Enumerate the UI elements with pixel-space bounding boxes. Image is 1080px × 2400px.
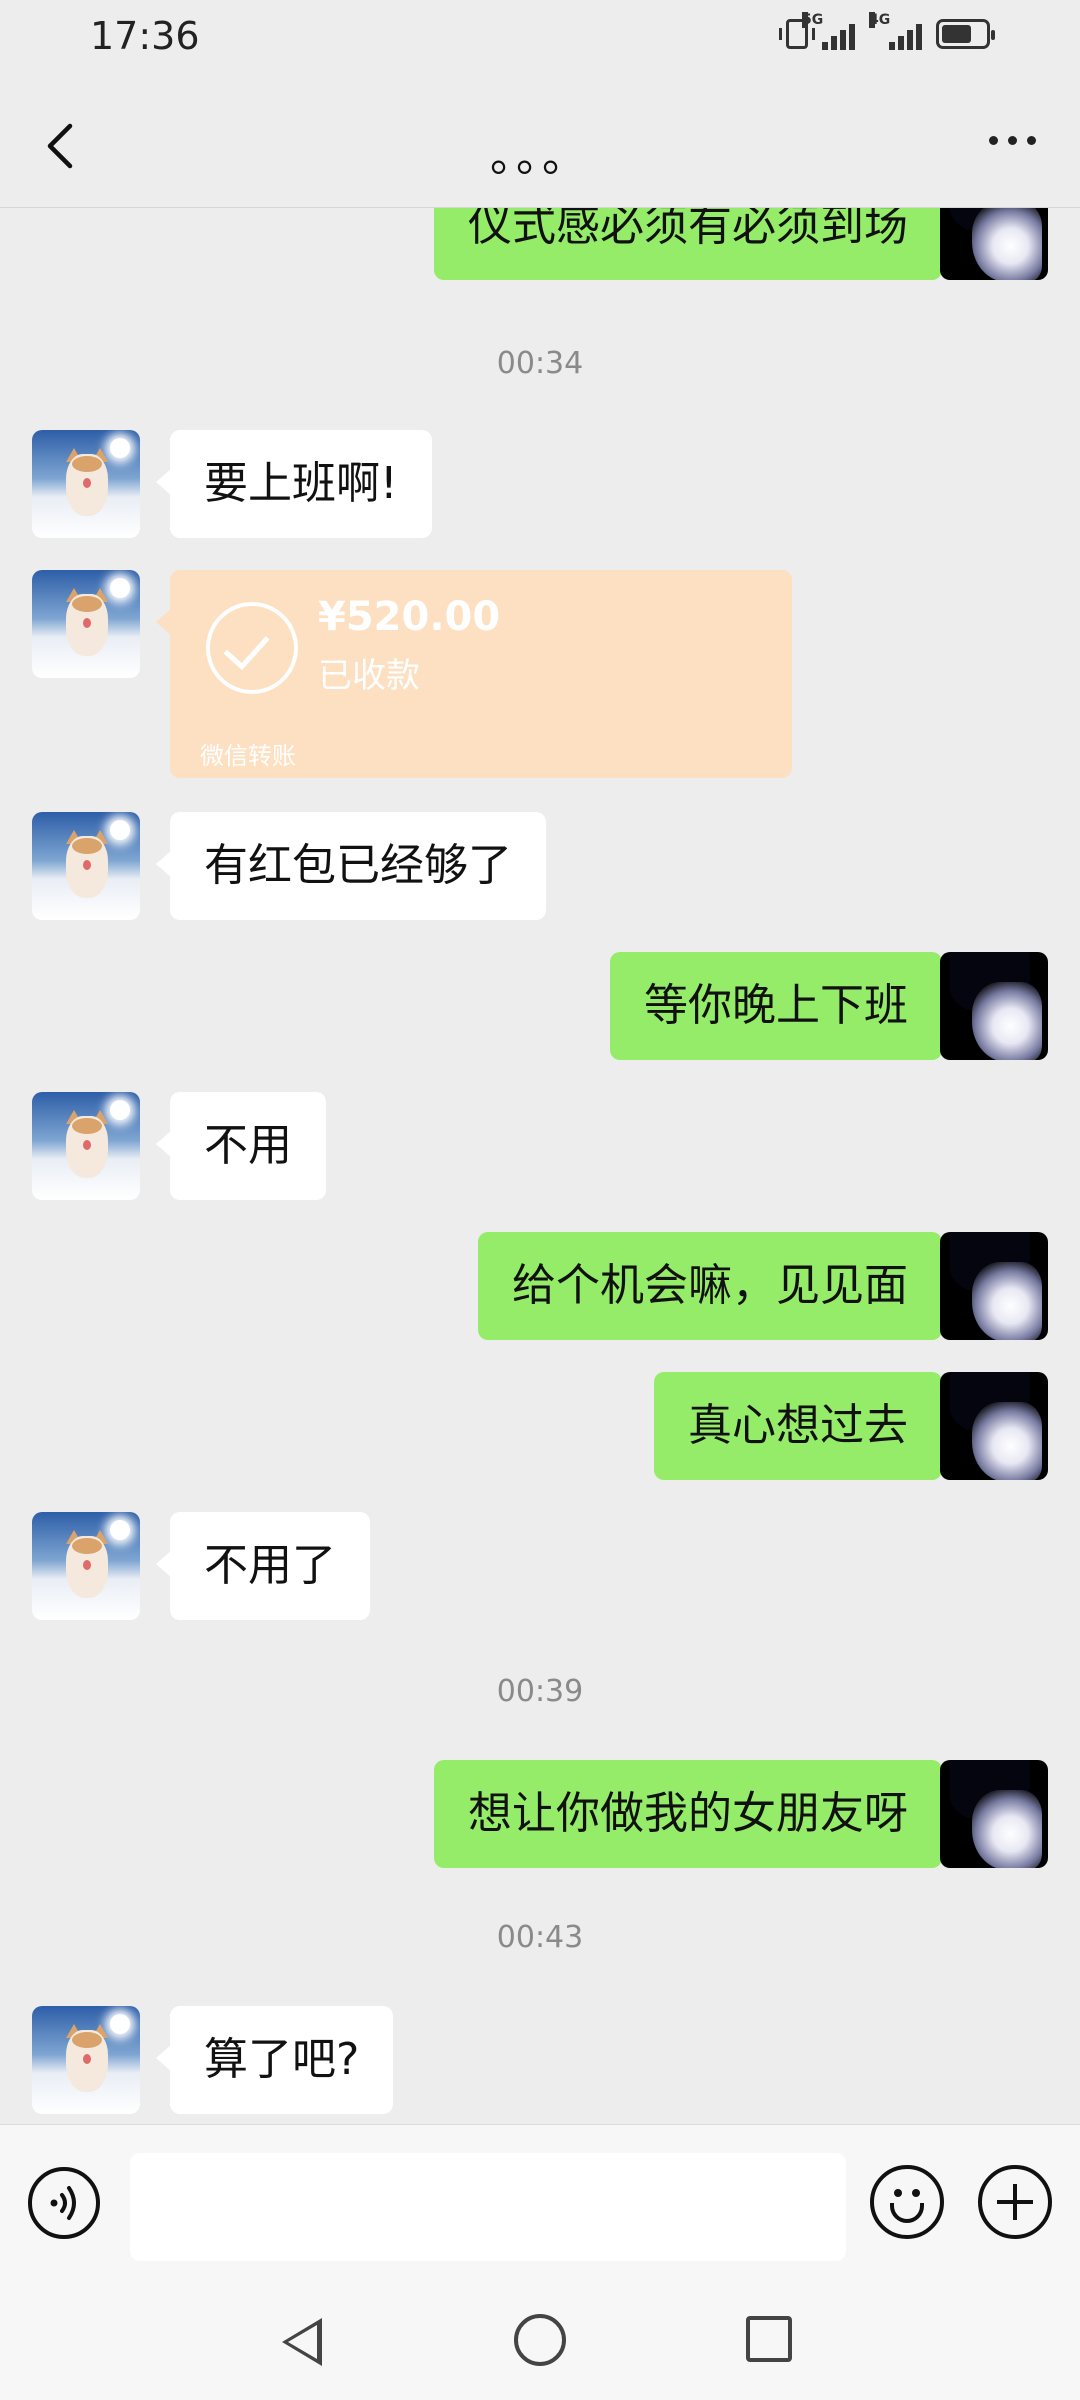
timestamp: 00:43 bbox=[496, 1920, 584, 1955]
network-4g-label: 4G bbox=[869, 12, 891, 28]
signal-4g-icon: 4G bbox=[869, 12, 922, 50]
network-5g-label: 5G bbox=[802, 12, 824, 28]
nav-recent-apps-icon[interactable] bbox=[746, 2316, 792, 2362]
message-bubble[interactable]: 不用了 bbox=[156, 1512, 370, 1620]
more-options-icon[interactable] bbox=[989, 136, 1036, 145]
message-bubble[interactable]: 给个机会嘛，见见面 bbox=[478, 1232, 956, 1340]
system-nav-bar bbox=[0, 2280, 1080, 2400]
contact-avatar[interactable] bbox=[32, 430, 140, 538]
message-bubble[interactable]: 真心想过去 bbox=[654, 1372, 956, 1480]
transfer-card[interactable]: ¥520.00 已收款 微信转账 bbox=[156, 570, 792, 778]
emoji-icon[interactable] bbox=[870, 2165, 944, 2239]
contact-avatar[interactable] bbox=[32, 1092, 140, 1200]
transfer-label: 微信转账 bbox=[200, 742, 296, 770]
transfer-status: 已收款 bbox=[318, 656, 420, 696]
battery-icon bbox=[936, 19, 995, 49]
message-input[interactable] bbox=[130, 2153, 846, 2261]
check-circle-icon bbox=[206, 602, 298, 694]
my-avatar[interactable] bbox=[940, 1372, 1048, 1480]
nav-home-icon[interactable] bbox=[514, 2314, 566, 2366]
my-avatar[interactable] bbox=[940, 1760, 1048, 1868]
timestamp: 00:39 bbox=[496, 1674, 584, 1709]
contact-avatar[interactable] bbox=[32, 570, 140, 678]
transfer-amount: ¥520.00 bbox=[318, 594, 501, 640]
timestamp: 00:34 bbox=[496, 346, 584, 381]
status-icons: 5G 4G bbox=[779, 12, 995, 50]
contact-avatar[interactable] bbox=[32, 812, 140, 920]
contact-avatar[interactable] bbox=[32, 1512, 140, 1620]
my-avatar[interactable] bbox=[940, 1232, 1048, 1340]
nav-back-icon[interactable] bbox=[282, 2318, 322, 2366]
message-bubble[interactable]: 算了吧? bbox=[155, 2006, 394, 2114]
message-bubble[interactable]: 不用 bbox=[156, 1092, 326, 1200]
input-bar bbox=[0, 2124, 1080, 2280]
my-avatar[interactable] bbox=[940, 208, 1048, 280]
my-avatar[interactable] bbox=[940, 952, 1048, 1060]
contact-avatar[interactable] bbox=[32, 2006, 140, 2114]
message-bubble[interactable]: 仪式感必须有必须到场 bbox=[434, 208, 956, 280]
status-bar: 17:36 5G 4G bbox=[0, 0, 1080, 80]
status-time: 17:36 bbox=[90, 14, 200, 58]
message-list[interactable]: 仪式感必须有必须到场 00:34 要上班啊! ¥520.00 已收款 微信转账 … bbox=[0, 208, 1080, 2124]
message-bubble[interactable]: 等你晚上下班 bbox=[610, 952, 956, 1060]
chat-header: 。。。 bbox=[0, 80, 1080, 208]
message-bubble[interactable]: 想让你做我的女朋友呀 bbox=[434, 1760, 956, 1868]
voice-input-icon[interactable] bbox=[28, 2167, 100, 2239]
chat-title: 。。。 bbox=[490, 131, 590, 182]
plus-icon[interactable] bbox=[978, 2165, 1052, 2239]
message-bubble[interactable]: 要上班啊! bbox=[156, 430, 432, 538]
message-bubble[interactable]: 有红包已经够了 bbox=[156, 812, 546, 920]
signal-5g-icon: 5G bbox=[802, 12, 855, 50]
